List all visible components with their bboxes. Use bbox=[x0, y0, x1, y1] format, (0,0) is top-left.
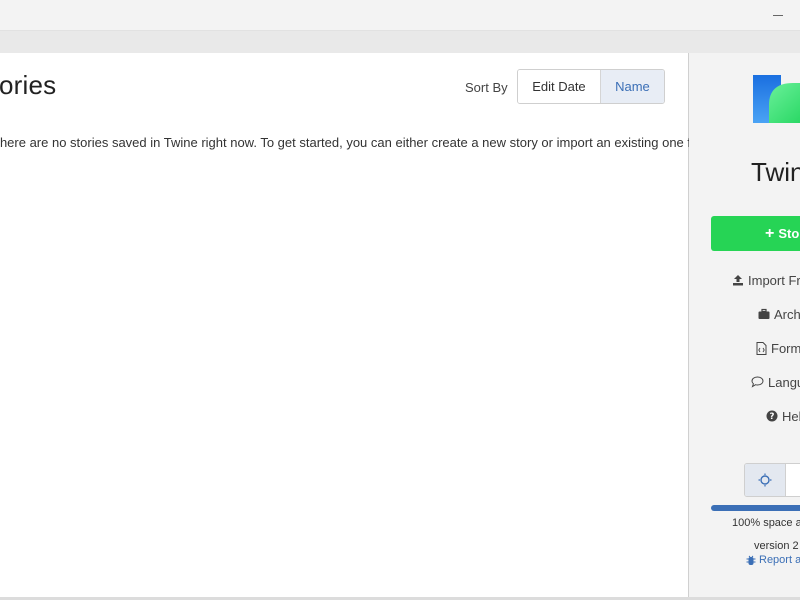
sort-edit-date-button[interactable]: Edit Date bbox=[518, 70, 601, 103]
theme-toggle bbox=[744, 463, 800, 497]
speech-bubble-icon bbox=[751, 376, 764, 388]
sidebar-item-label: Formats bbox=[771, 340, 800, 356]
dark-theme-button[interactable] bbox=[786, 464, 800, 496]
sun-icon bbox=[758, 473, 772, 487]
sort-name-button[interactable]: Name bbox=[600, 70, 664, 103]
story-library-panel: Stories Sort By Edit Date Name There are… bbox=[0, 53, 748, 600]
sidebar-item-help[interactable]: ? Help bbox=[766, 406, 800, 426]
sidebar-item-label: Language bbox=[768, 374, 800, 390]
sidebar-item-formats[interactable]: Formats bbox=[756, 338, 800, 358]
question-circle-icon: ? bbox=[766, 410, 778, 422]
sort-toggle-group: Edit Date Name bbox=[517, 69, 665, 104]
report-bug-link[interactable]: Report a Bug bbox=[746, 554, 800, 566]
storage-space-text: 100% space available bbox=[732, 517, 800, 529]
briefcase-icon bbox=[758, 308, 770, 319]
plus-icon: + bbox=[765, 224, 775, 242]
sidebar-item-archive[interactable]: Archive bbox=[758, 304, 800, 324]
sidebar-item-import[interactable]: Import From File bbox=[732, 270, 800, 290]
new-story-label: Story bbox=[778, 226, 800, 241]
window-titlebar bbox=[0, 0, 800, 31]
bug-icon bbox=[746, 555, 756, 565]
sidebar-item-label: Archive bbox=[774, 306, 800, 322]
page-title: Stories bbox=[0, 70, 57, 100]
minimize-button[interactable] bbox=[770, 8, 786, 22]
sidebar-item-label: Import From File bbox=[748, 272, 800, 288]
app-name: Twine bbox=[751, 157, 800, 187]
storage-progress-bar bbox=[711, 505, 800, 511]
upload-icon bbox=[733, 275, 743, 286]
svg-text:?: ? bbox=[770, 412, 775, 422]
light-theme-button[interactable] bbox=[745, 464, 787, 496]
sidebar-item-language[interactable]: Language bbox=[751, 372, 800, 392]
sort-by-label: Sort By bbox=[465, 80, 508, 95]
sidebar: Twine + Story Import From File Archive F… bbox=[689, 53, 800, 600]
new-story-button[interactable]: + Story bbox=[711, 216, 800, 251]
empty-library-message: There are no stories saved in Twine righ… bbox=[0, 135, 749, 150]
file-code-icon bbox=[756, 341, 767, 355]
twine-logo bbox=[753, 75, 800, 123]
sidebar-item-label: Help bbox=[782, 408, 800, 424]
version-text: version 2 bbox=[754, 540, 799, 552]
report-bug-label: Report a Bug bbox=[759, 554, 800, 566]
